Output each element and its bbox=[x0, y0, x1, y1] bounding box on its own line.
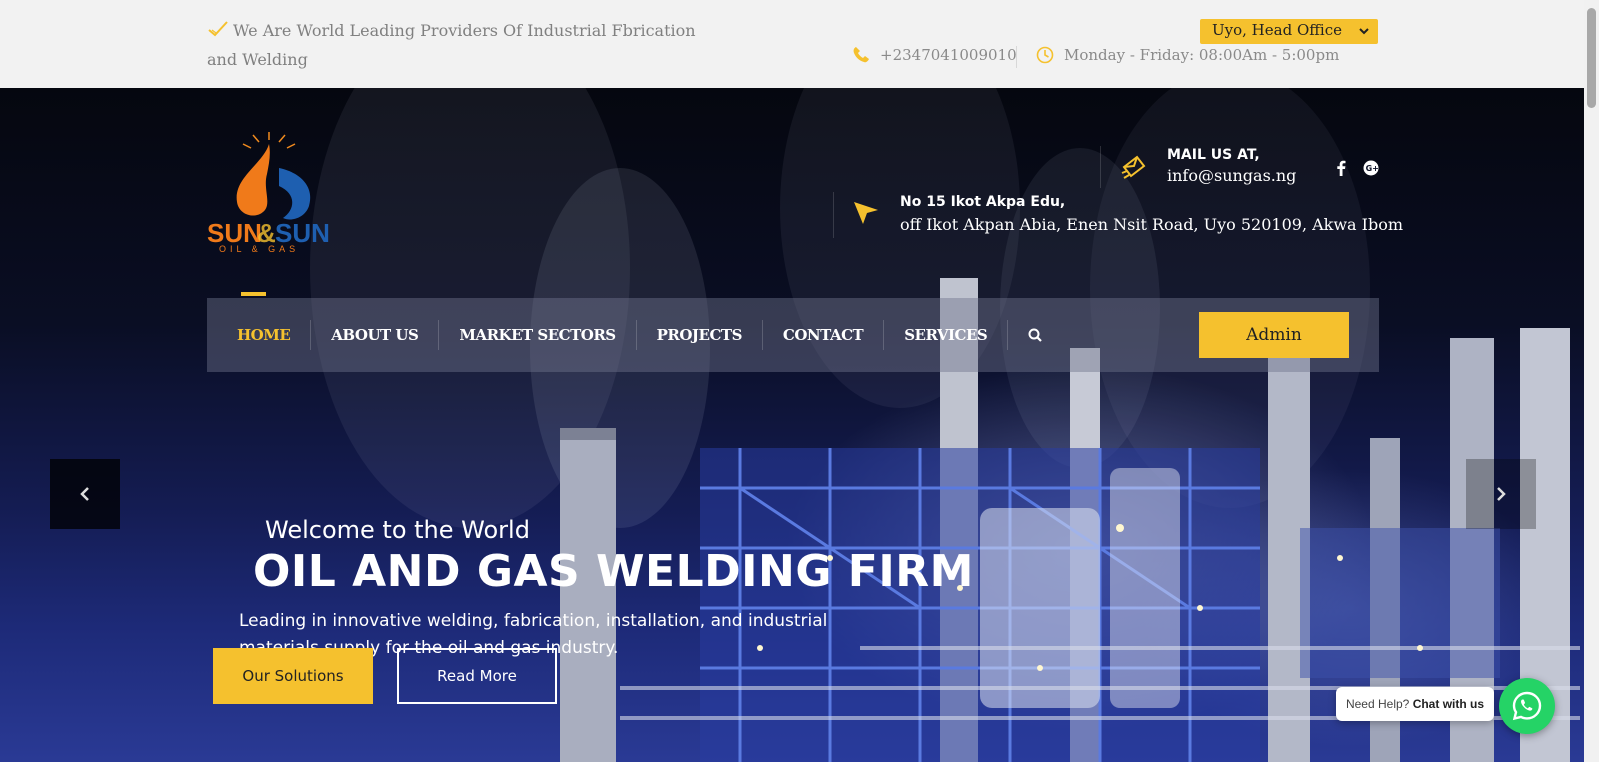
whatsapp-icon bbox=[1512, 691, 1542, 721]
chevron-down-icon bbox=[1359, 28, 1369, 35]
address-contact: No 15 Ikot Akpa Edu, off Ikot Akpan Abia… bbox=[833, 192, 1403, 238]
svg-text:OIL & GAS: OIL & GAS bbox=[219, 244, 299, 254]
google-plus-icon[interactable]: G+ bbox=[1363, 160, 1379, 176]
top-bar: We Are World Leading Providers Of Indust… bbox=[0, 0, 1584, 88]
sun-and-sun-logo: SUN & SUN OIL & GAS bbox=[207, 132, 330, 254]
clock-icon bbox=[1036, 46, 1054, 64]
whatsapp-chat-button[interactable] bbox=[1499, 678, 1555, 734]
search-icon bbox=[1028, 328, 1043, 342]
search-button[interactable] bbox=[1008, 320, 1062, 350]
our-solutions-button[interactable]: Our Solutions bbox=[213, 648, 373, 704]
hero-headline: OIL AND GAS WELDING FIRM bbox=[253, 546, 974, 597]
divider bbox=[1016, 46, 1017, 68]
page-scrollbar[interactable] bbox=[1584, 0, 1599, 762]
check-icon bbox=[208, 21, 228, 37]
nav-item-market-sectors[interactable]: MARKET SECTORS bbox=[439, 320, 637, 350]
address-line-1: No 15 Ikot Akpa Edu, bbox=[900, 194, 1066, 210]
chat-help-bubble[interactable]: Need Help? Chat with us bbox=[1336, 687, 1494, 721]
slider-prev-button[interactable] bbox=[50, 459, 120, 529]
hero-slider: SUN & SUN OIL & GAS MAIL US AT, info@sun… bbox=[0, 88, 1584, 762]
phone-icon bbox=[853, 47, 869, 63]
phone-contact[interactable]: +2347041009010 bbox=[852, 46, 1017, 64]
admin-button[interactable]: Admin bbox=[1199, 312, 1349, 358]
tagline: We Are World Leading Providers Of Indust… bbox=[207, 16, 727, 74]
nav-item-services[interactable]: SERVICES bbox=[884, 320, 1009, 350]
nav-menu: HOME ABOUT US MARKET SECTORS PROJECTS CO… bbox=[229, 292, 1062, 372]
scrollbar-thumb[interactable] bbox=[1587, 8, 1596, 108]
location-select-value: Uyo, Head Office bbox=[1212, 21, 1342, 39]
chevron-right-icon bbox=[1497, 487, 1506, 501]
slider-next-button[interactable] bbox=[1466, 459, 1536, 529]
address-line-2: off Ikot Akpan Abia, Enen Nsit Road, Uyo… bbox=[900, 215, 1404, 234]
hero-welcome: Welcome to the World bbox=[265, 516, 530, 544]
facebook-icon[interactable] bbox=[1333, 160, 1349, 176]
nav-item-about-us[interactable]: ABOUT US bbox=[311, 320, 440, 350]
main-navigation: HOME ABOUT US MARKET SECTORS PROJECTS CO… bbox=[207, 292, 1379, 372]
read-more-button[interactable]: Read More bbox=[397, 648, 557, 704]
mail-icon bbox=[1121, 155, 1146, 179]
nav-item-contact[interactable]: CONTACT bbox=[763, 320, 885, 350]
mail-contact[interactable]: MAIL US AT, info@sungas.ng bbox=[1100, 146, 1296, 188]
office-hours-text: Monday - Friday: 08:00Am - 5:00pm bbox=[1064, 46, 1340, 64]
chevron-left-icon bbox=[80, 487, 89, 501]
mail-title: MAIL US AT, bbox=[1167, 147, 1260, 163]
chat-cta-text: Chat with us bbox=[1412, 697, 1485, 711]
svg-text:G+: G+ bbox=[1366, 164, 1379, 173]
nav-item-projects[interactable]: PROJECTS bbox=[637, 320, 763, 350]
office-hours: Monday - Friday: 08:00Am - 5:00pm bbox=[1036, 46, 1339, 64]
phone-number: +2347041009010 bbox=[880, 46, 1017, 64]
mail-address[interactable]: info@sungas.ng bbox=[1167, 164, 1296, 188]
location-select[interactable]: Uyo, Head Office bbox=[1200, 19, 1378, 44]
nav-item-home[interactable]: HOME bbox=[229, 292, 312, 350]
chat-help-text: Need Help? bbox=[1345, 697, 1410, 711]
tagline-text: We Are World Leading Providers Of Indust… bbox=[207, 21, 696, 69]
location-arrow-icon bbox=[854, 202, 878, 224]
